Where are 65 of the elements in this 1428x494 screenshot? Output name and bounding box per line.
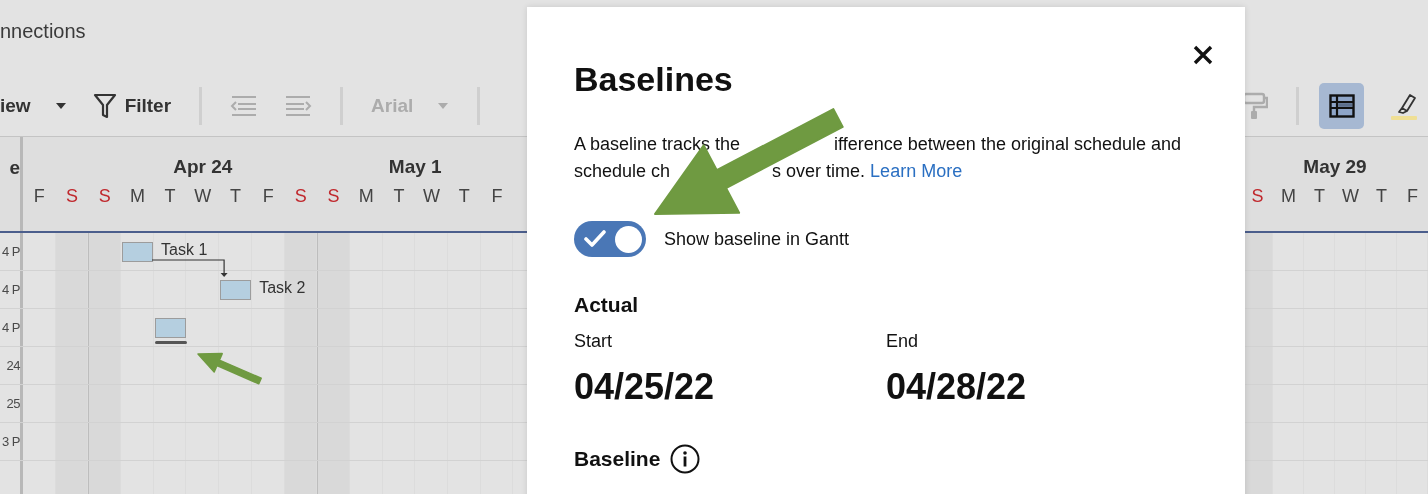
caret-icon	[54, 101, 67, 110]
row-label: 24	[6, 358, 20, 373]
day-letter: M	[357, 185, 375, 208]
week-label: May 29	[1302, 155, 1368, 179]
day-letter: T	[1375, 185, 1388, 208]
field-label: End	[886, 331, 920, 353]
row-label: 4 P	[2, 320, 20, 335]
indent-icon	[284, 95, 313, 116]
row-label: 4 P	[2, 282, 20, 297]
description-text: schedule ch	[574, 160, 671, 184]
day-letter: S	[65, 185, 80, 208]
learn-more-link[interactable]: Learn More	[870, 158, 963, 186]
toggle-switch[interactable]	[574, 221, 646, 258]
description-text: s over time.	[772, 160, 866, 184]
day-letter: S	[293, 185, 308, 208]
column-header: e	[9, 157, 20, 179]
outdent-icon	[230, 95, 259, 116]
day-letter: W	[1341, 185, 1360, 208]
task-label: Task 1	[161, 241, 208, 259]
task-bar[interactable]	[122, 242, 154, 262]
close-button[interactable]	[1193, 45, 1213, 65]
day-letter: T	[392, 185, 406, 208]
view-dropdown[interactable]: iew	[0, 94, 67, 117]
field-value: 04/28/22	[886, 366, 1028, 409]
field-value: 04/25/22	[574, 366, 716, 409]
day-letter: W	[422, 185, 442, 208]
description-text: ifference between the original schedule and	[834, 133, 1182, 157]
dialog-title: Baselines	[574, 61, 734, 99]
week-label: May 1	[387, 155, 443, 179]
section-title: Baseline	[574, 447, 661, 472]
day-letter: T	[228, 185, 242, 208]
day-letter: M	[128, 185, 146, 208]
toggle-label: Show baseline in Gantt	[664, 228, 850, 250]
pointer-arrow	[197, 352, 262, 385]
check-icon	[584, 230, 606, 249]
description-text: A baseline tracks the	[574, 133, 741, 157]
day-letter: W	[193, 185, 213, 208]
day-letter: T	[1313, 185, 1326, 208]
task-bar[interactable]	[154, 318, 186, 338]
day-letter: M	[1280, 185, 1297, 208]
day-letter: F	[1406, 185, 1419, 208]
document-title: nnections	[0, 19, 86, 44]
day-letter: F	[32, 185, 46, 208]
day-letter: T	[163, 185, 177, 208]
caret-icon	[437, 101, 450, 110]
row-label: 4 P	[2, 244, 20, 259]
filter-icon	[92, 92, 117, 119]
task-label: Task 2	[259, 279, 306, 297]
paint-roller-icon	[1242, 91, 1268, 120]
week-label: Apr 24	[172, 155, 234, 179]
row-label: 25	[6, 396, 20, 411]
field-label: Start	[574, 331, 613, 353]
day-letter: F	[261, 185, 275, 208]
grid-icon	[1328, 93, 1355, 118]
filter-button[interactable]: Filter	[92, 92, 172, 119]
task-bar[interactable]	[220, 280, 252, 300]
close-icon	[1193, 45, 1213, 65]
grid-view-button[interactable]	[1319, 82, 1364, 129]
row-label: 3 P	[2, 434, 20, 449]
day-letter: S	[1250, 185, 1265, 208]
section-title: Actual	[574, 293, 639, 318]
day-letter: S	[97, 185, 112, 208]
day-letter: F	[490, 185, 504, 208]
day-letter: T	[457, 185, 471, 208]
day-letter: S	[326, 185, 341, 208]
